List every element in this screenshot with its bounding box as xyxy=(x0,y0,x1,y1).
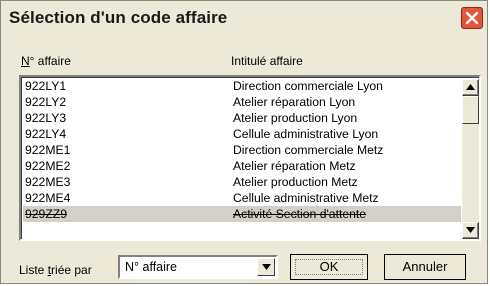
column-header-label[interactable]: Intitulé affaire xyxy=(231,54,303,68)
item-label: Cellule administrative Metz xyxy=(233,191,379,205)
sort-select[interactable]: N° affaire xyxy=(118,255,278,279)
column-header-code[interactable]: N° affaire xyxy=(21,54,71,68)
item-label: Direction commerciale Metz xyxy=(233,143,384,157)
list-item[interactable]: 922ME1 Direction commerciale Metz xyxy=(23,142,461,158)
scroll-up-button[interactable] xyxy=(462,79,479,96)
close-button[interactable] xyxy=(461,7,483,29)
list-rows: 922LY1 Direction commerciale Lyon 922LY2 A… xyxy=(23,78,461,238)
list-item[interactable]: 922ME4 Cellule administrative Metz xyxy=(23,190,461,206)
item-code: 922ME2 xyxy=(25,159,71,173)
dialog-window: Sélection d'un code affaire N° affaire I… xyxy=(0,0,488,284)
item-label: Atelier réparation Metz xyxy=(233,159,356,173)
sort-label: Liste triée par xyxy=(19,263,92,277)
list-item[interactable]: 922LY2 Atelier réparation Lyon xyxy=(23,94,461,110)
chevron-down-icon xyxy=(262,264,271,270)
item-code: 922LY2 xyxy=(25,95,67,109)
scroll-thumb[interactable] xyxy=(462,96,479,124)
item-code: 922ME1 xyxy=(25,143,71,157)
item-label: Cellule administrative Lyon xyxy=(233,127,379,141)
sort-select-dropdown-button[interactable] xyxy=(257,258,275,276)
vertical-scrollbar[interactable] xyxy=(462,79,479,239)
list-item[interactable]: 922LY1 Direction commerciale Lyon xyxy=(23,78,461,94)
list-item[interactable]: 922ME2 Atelier réparation Metz xyxy=(23,158,461,174)
item-label: Direction commerciale Lyon xyxy=(233,79,383,93)
item-code: 922LY1 xyxy=(25,79,67,93)
ok-button[interactable]: OK xyxy=(290,254,368,280)
list-header: N° affaire Intitulé affaire xyxy=(19,54,481,72)
item-code: 929ZZ9 xyxy=(25,207,68,221)
item-label: Atelier production Metz xyxy=(233,175,358,189)
title-bar: Sélection d'un code affaire xyxy=(1,1,487,39)
list-item[interactable]: 922LY3 Atelier production Lyon xyxy=(23,110,461,126)
item-code: 922LY4 xyxy=(25,127,67,141)
item-code: 922ME3 xyxy=(25,175,71,189)
list-item-selected[interactable]: 929ZZ9 Activité Section d'attente xyxy=(23,206,461,222)
item-label: Atelier production Lyon xyxy=(233,111,358,125)
code-header-rest: ° affaire xyxy=(29,54,71,68)
item-code: 922ME4 xyxy=(25,191,71,205)
sort-label-start: Liste xyxy=(19,263,48,277)
item-label: Activité Section d'attente xyxy=(233,207,367,221)
arrow-down-icon xyxy=(466,227,475,233)
affaire-list[interactable]: 922LY1 Direction commerciale Lyon 922LY2 A… xyxy=(19,75,481,241)
item-label: Atelier réparation Lyon xyxy=(233,95,356,109)
sort-label-end: riée par xyxy=(51,263,92,277)
sort-select-value: N° affaire xyxy=(125,260,178,274)
cancel-button[interactable]: Annuler xyxy=(384,254,466,280)
scroll-down-button[interactable] xyxy=(462,222,479,239)
arrow-up-icon xyxy=(466,84,475,90)
item-code: 922LY3 xyxy=(25,111,67,125)
dialog-title: Sélection d'un code affaire xyxy=(9,8,228,27)
close-icon xyxy=(465,11,479,25)
list-item[interactable]: 922ME3 Atelier production Metz xyxy=(23,174,461,190)
code-header-accelerator: N xyxy=(21,54,30,68)
list-item[interactable]: 922LY4 Cellule administrative Lyon xyxy=(23,126,461,142)
